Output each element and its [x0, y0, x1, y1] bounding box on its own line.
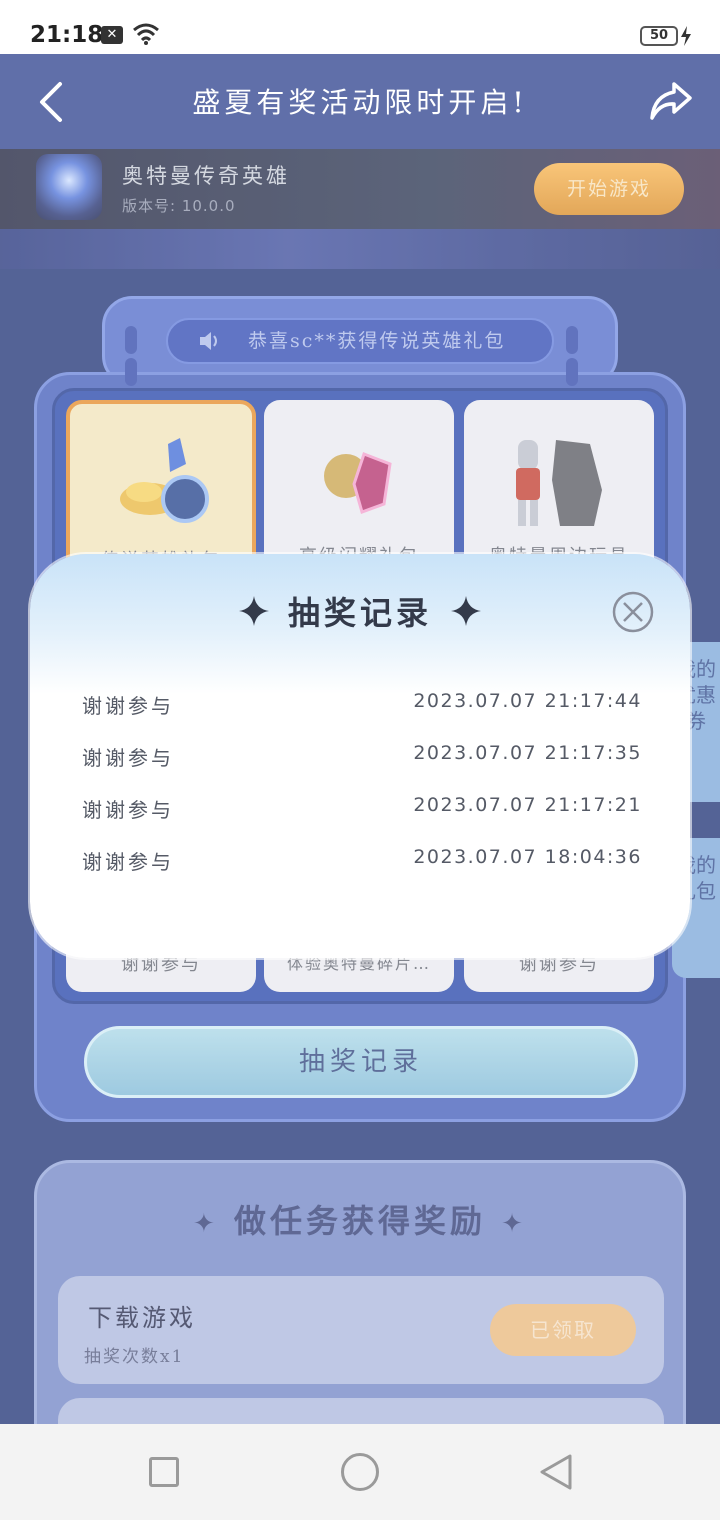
record-row: 谢谢参与 2023.07.07 21:17:21	[82, 794, 642, 824]
record-result: 谢谢参与	[82, 694, 174, 718]
record-time: 2023.07.07 21:17:44	[413, 690, 642, 712]
close-icon[interactable]	[612, 591, 654, 633]
record-result: 谢谢参与	[82, 798, 174, 822]
charging-icon	[681, 26, 691, 46]
modal-title: 抽奖记录	[287, 594, 432, 632]
record-time: 2023.07.07 18:04:36	[413, 846, 642, 868]
home-icon[interactable]	[341, 1453, 379, 1491]
status-bar: 21:18 ✕ 50	[0, 0, 720, 54]
status-time: 21:18	[30, 22, 104, 48]
battery-icon: 50	[640, 26, 678, 46]
record-row: 谢谢参与 2023.07.07 21:17:35	[82, 742, 642, 772]
sparkle-icon	[238, 596, 269, 626]
sparkle-icon	[451, 596, 482, 626]
notification-icon: ✕	[101, 26, 123, 44]
recent-apps-icon[interactable]	[149, 1457, 179, 1487]
modal-header: 抽奖记录	[30, 588, 690, 634]
record-result: 谢谢参与	[82, 850, 174, 874]
record-time: 2023.07.07 21:17:21	[413, 794, 642, 816]
back-nav-icon[interactable]	[538, 1452, 574, 1492]
record-row: 谢谢参与 2023.07.07 21:17:44	[82, 690, 642, 720]
record-time: 2023.07.07 21:17:35	[413, 742, 642, 764]
wifi-icon	[133, 23, 159, 45]
record-result: 谢谢参与	[82, 746, 174, 770]
record-row: 谢谢参与 2023.07.07 18:04:36	[82, 846, 642, 876]
